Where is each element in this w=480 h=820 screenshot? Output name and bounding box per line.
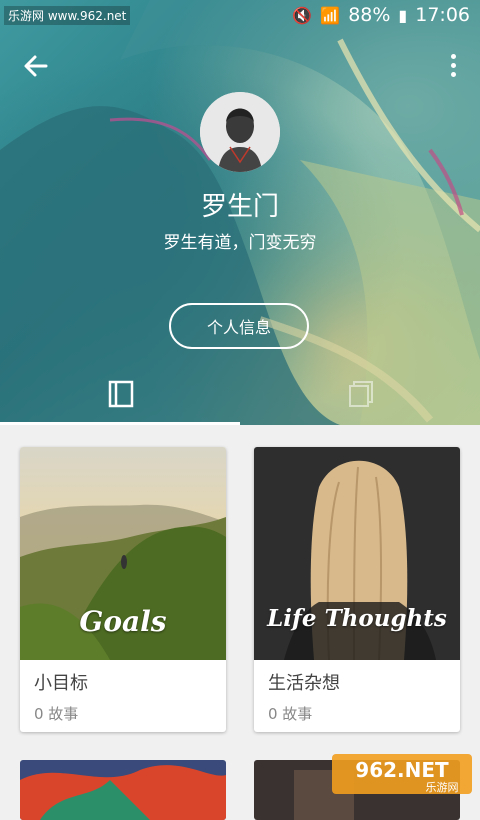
card-cover-image — [20, 760, 226, 820]
photo-stack-icon — [349, 381, 373, 407]
avatar-image — [200, 92, 280, 172]
watermark-logo: 962.NET 乐游网 — [332, 754, 472, 794]
battery-icon: ▮ — [398, 5, 408, 25]
story-card[interactable]: Goals 小目标 0 故事 — [20, 447, 226, 732]
svg-text:962.NET: 962.NET — [355, 758, 449, 782]
story-card[interactable]: Life Thoughts 生活杂想 0 故事 — [254, 447, 460, 732]
profile-name: 罗生门 — [200, 192, 279, 222]
card-cover-text: Life Thoughts — [267, 605, 447, 632]
wifi-icon: 📶 — [320, 5, 341, 25]
back-arrow-icon[interactable] — [22, 52, 54, 84]
clock: 17:06 — [415, 4, 470, 26]
tab-gallery[interactable] — [240, 372, 480, 424]
card-story-count: 0 故事 — [34, 705, 79, 723]
watermark-top-left: 乐游网 www.962.net — [4, 6, 131, 25]
card-title: 小目标 — [34, 673, 88, 694]
battery-level: 88% — [348, 4, 391, 26]
card-story-count: 0 故事 — [268, 705, 313, 723]
book-icon — [108, 380, 134, 408]
tab-indicator — [0, 422, 240, 425]
story-card-partial[interactable] — [20, 760, 226, 820]
card-title: 生活杂想 — [268, 673, 340, 694]
card-cover-image: Life Thoughts — [254, 447, 460, 660]
status-bar: 乐游网 www.962.net 🔇 📶 88% ▮ 17:06 — [0, 0, 480, 32]
tab-stories[interactable] — [0, 372, 240, 424]
personal-info-button[interactable]: 个人信息 — [169, 303, 309, 349]
profile-header: 乐游网 www.962.net 🔇 📶 88% ▮ 17:06 罗生门 罗生有道… — [0, 0, 480, 425]
status-indicators: 🔇 📶 88% ▮ 17:06 — [292, 4, 470, 26]
mute-icon: 🔇 — [292, 5, 313, 25]
svg-text:乐游网: 乐游网 — [426, 781, 459, 794]
more-options-icon[interactable] — [448, 54, 458, 84]
avatar[interactable] — [200, 92, 280, 172]
profile-motto: 罗生有道，门变无穷 — [163, 233, 317, 253]
card-cover-image: Goals — [20, 447, 226, 660]
card-cover-text: Goals — [79, 605, 167, 638]
